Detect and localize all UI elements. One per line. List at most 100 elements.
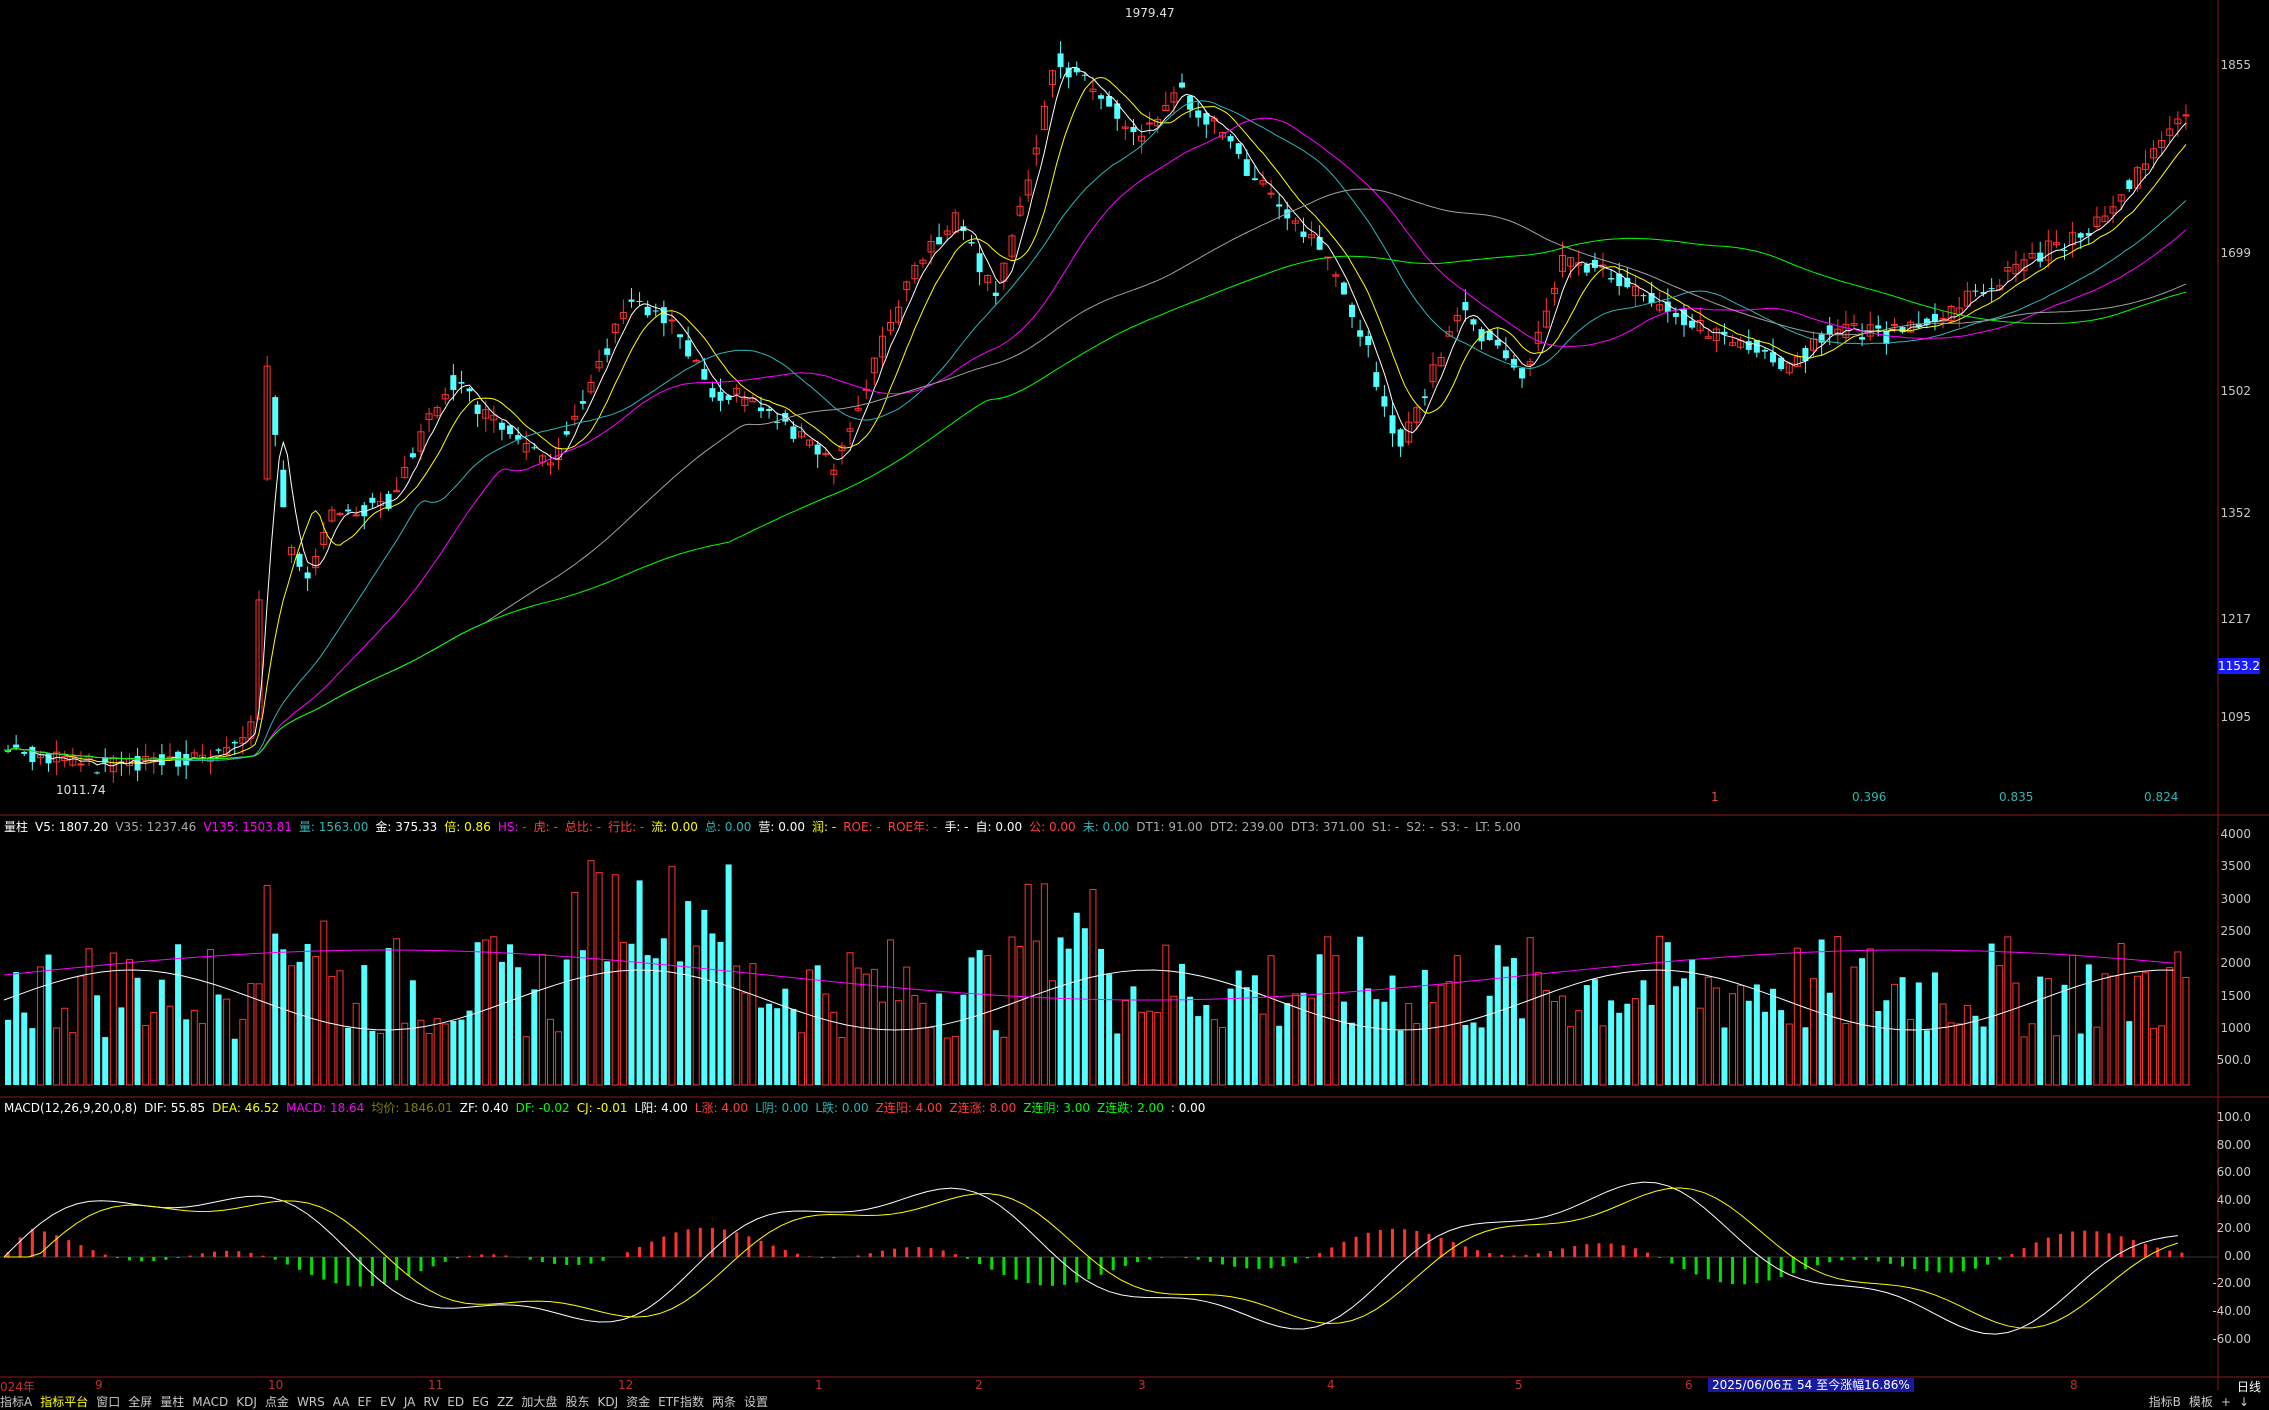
macd-bar [2010, 1254, 2013, 1257]
stat-value: 1 [1711, 790, 1719, 804]
volume-bar [758, 1008, 764, 1085]
macd-bar [444, 1257, 447, 1262]
macd-bar [1901, 1257, 1904, 1266]
macd-bar [857, 1255, 860, 1257]
volume-bar [1009, 937, 1015, 1085]
volume-bar [450, 1021, 456, 1085]
volume-bar [1422, 970, 1428, 1085]
volume-bar [653, 958, 659, 1085]
macd-bar [541, 1257, 544, 1262]
volume-bar [29, 1028, 35, 1085]
macd-bar [723, 1229, 726, 1257]
macd-bar [1998, 1257, 2001, 1260]
volume-bar [1673, 986, 1679, 1085]
volume-bar [2021, 1037, 2027, 1085]
macd-bar [1938, 1257, 1941, 1272]
indicator-value: LT: 5.00 [1475, 820, 1521, 834]
date-axis-tick: 2 [975, 1378, 983, 1392]
volume-bar [734, 966, 740, 1085]
indicator-value: Z连跌: 2.00 [1097, 1101, 1164, 1115]
volume-bar [1592, 979, 1598, 1085]
volume-bar [1851, 967, 1857, 1085]
date-axis-tick: 4 [1327, 1378, 1335, 1392]
macd-bar [2168, 1251, 2171, 1257]
macd-bar [213, 1252, 216, 1257]
indicator-value: ROE年: - [888, 820, 938, 834]
candle-body [1365, 336, 1371, 345]
candle-body [1891, 324, 1897, 325]
candle-body [718, 392, 724, 401]
volume-bar [1454, 956, 1460, 1085]
volume-bar [2151, 1028, 2157, 1085]
volume-bar [183, 1019, 189, 1085]
date-axis-tick: 5 [1515, 1378, 1523, 1392]
volume-bar [21, 1013, 27, 1085]
candle-body [499, 423, 505, 430]
volume-bar [1900, 977, 1906, 1085]
volume-bar [2175, 952, 2181, 1085]
macd-bar [164, 1257, 167, 1260]
candle-body [1147, 123, 1153, 124]
macd-bar [1160, 1257, 1163, 1258]
volume-bar [434, 1019, 440, 1085]
candle-body [1972, 291, 1978, 292]
volume-bar [5, 1020, 11, 1085]
volume-bar [248, 984, 254, 1085]
indicator-value: 量柱 [4, 820, 28, 834]
volume-bar [515, 967, 521, 1085]
volume-bar [1106, 974, 1112, 1085]
volume-bar [1883, 1000, 1889, 1085]
volume-bar [1811, 979, 1817, 1085]
indicator-value: DIF: 55.85 [144, 1101, 205, 1115]
volume-bar [539, 955, 545, 1085]
volume-bar [531, 989, 537, 1085]
volume-bar [661, 938, 667, 1085]
macd-bar [1755, 1257, 1758, 1283]
volume-bar [1641, 980, 1647, 1085]
candle-body [677, 334, 683, 337]
candle-body [709, 388, 715, 397]
macd-bar [116, 1257, 119, 1258]
macd-bar [1233, 1257, 1236, 1267]
volume-bar [1495, 945, 1501, 1085]
candle-body [1373, 372, 1379, 387]
candle-body [232, 742, 238, 744]
date-axis-tick: 10 [268, 1378, 283, 1392]
volume-bar [1041, 884, 1047, 1085]
candle-body [458, 382, 464, 384]
volume-bar [1600, 1026, 1606, 1085]
volume-bar [2070, 955, 2076, 1085]
macd-bar [638, 1247, 641, 1257]
macd-bar [1027, 1257, 1030, 1283]
volume-bar [1503, 967, 1509, 1085]
volume-bar [1794, 948, 1800, 1085]
volume-bar [1527, 938, 1533, 1085]
volume-bar [272, 934, 278, 1085]
macd-bar [1342, 1242, 1345, 1257]
candle-body [1762, 350, 1768, 352]
candle-body [1689, 321, 1695, 328]
stock-chart-canvas[interactable] [0, 0, 2269, 1407]
volume-axis-tick: 2000 [2220, 956, 2251, 970]
macd-bar [589, 1257, 592, 1264]
volume-bar [410, 980, 416, 1085]
candle-body [369, 498, 375, 503]
volume-bar [361, 965, 367, 1085]
candle-body [1859, 337, 1865, 340]
macd-bar [1415, 1231, 1418, 1257]
macd-bar [990, 1257, 993, 1270]
date-axis-tick: 1 [815, 1378, 823, 1392]
macd-bar [1440, 1238, 1443, 1257]
volume-bar [596, 873, 602, 1085]
candle-body [2126, 180, 2132, 189]
volume-bar [2053, 1036, 2059, 1085]
candle-body [1673, 313, 1679, 317]
volume-bar [491, 937, 497, 1085]
volume-bar [1738, 985, 1744, 1085]
candle-body [216, 749, 222, 750]
candle-body [669, 320, 675, 321]
volume-bar [1438, 985, 1444, 1085]
candle-body [394, 491, 400, 492]
indicator-value: MACD(12,26,9,20,0,8) [4, 1101, 137, 1115]
macd-bar [2120, 1236, 2123, 1257]
